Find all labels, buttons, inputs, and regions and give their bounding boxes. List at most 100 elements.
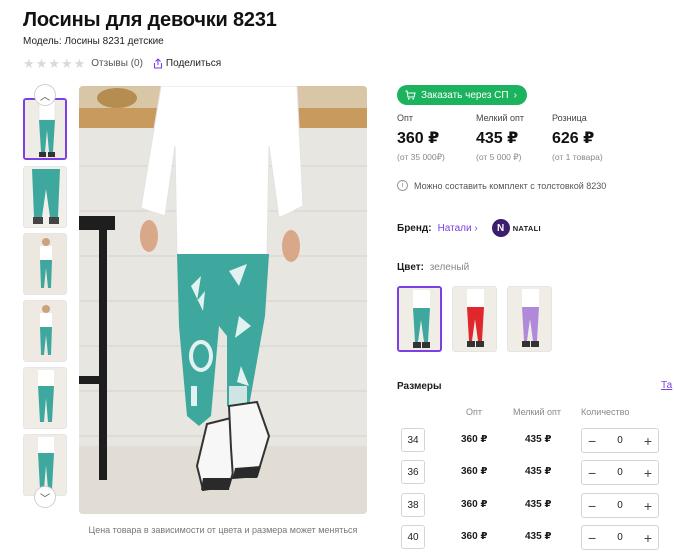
star-icon: ★ — [60, 56, 73, 71]
size-price-small-opt: 435 ₽ — [525, 466, 552, 477]
color-value: зеленый — [429, 262, 470, 273]
thumbnail-gallery: ︿ ﹀ — [23, 84, 67, 508]
brand-row: Бренд: Натали › N NATALI — [397, 219, 541, 237]
sizes-title: Размеры — [397, 381, 442, 392]
star-icon: ★ — [48, 56, 60, 71]
price-note: (от 1 товара) — [552, 152, 603, 162]
plus-icon[interactable]: + — [644, 499, 652, 513]
price-value: 360 ₽ — [397, 130, 440, 147]
set-info-text: Можно составить комплект с толстовкой 82… — [414, 180, 607, 191]
price-value: 435 ₽ — [476, 130, 519, 147]
product-model: Модель: Лосины 8231 детские — [23, 36, 164, 47]
swatch-image — [453, 287, 496, 351]
brand-label: Бренд: — [397, 222, 432, 234]
quantity-stepper: − 0 + — [581, 493, 659, 518]
rating-stars[interactable]: ★ ★ ★ ★ ★ — [23, 57, 85, 70]
natali-logo-icon: N — [491, 219, 510, 237]
color-row: Цвет: зеленый — [397, 262, 469, 273]
thumbnail-5[interactable] — [23, 367, 67, 429]
chevron-right-icon: › — [513, 89, 517, 101]
size-price-small-opt: 435 ₽ — [525, 499, 552, 510]
star-icon: ★ — [73, 56, 86, 71]
size-label: 36 — [401, 460, 425, 484]
color-swatch-red[interactable] — [452, 286, 497, 352]
price-label: Опт — [397, 113, 413, 123]
size-label: 38 — [401, 493, 425, 517]
share-icon — [153, 58, 162, 69]
minus-icon[interactable]: − — [588, 434, 596, 448]
price-small-opt: Мелкий опт 435 ₽ (от 5 000 ₽) — [476, 113, 556, 163]
quantity-value[interactable]: 0 — [617, 532, 623, 543]
thumbnail-4[interactable] — [23, 300, 67, 362]
thumbnail-2[interactable] — [23, 166, 67, 228]
rating-row: ★ ★ ★ ★ ★ Отзывы (0) Поделиться — [23, 57, 221, 70]
size-price-small-opt: 435 ₽ — [525, 531, 552, 542]
size-row: 34 360 ₽ 435 ₽ − 0 + — [397, 426, 667, 454]
main-product-image[interactable] — [79, 86, 367, 514]
thumbnail-3[interactable] — [23, 233, 67, 295]
thumbnail-image — [24, 234, 66, 294]
main-image-graphic — [79, 86, 367, 514]
cart-icon — [405, 90, 416, 100]
price-retail: Розница 626 ₽ (от 1 товара) — [552, 113, 632, 162]
size-row: 36 360 ₽ 435 ₽ − 0 + — [397, 458, 667, 486]
price-label: Розница — [552, 113, 587, 123]
chevron-down-icon[interactable]: ﹀ — [34, 486, 56, 508]
chevron-up-icon[interactable]: ︿ — [34, 84, 56, 106]
size-price-opt: 360 ₽ — [461, 466, 488, 477]
share-label: Поделиться — [165, 58, 222, 69]
share-button[interactable]: Поделиться — [153, 58, 221, 69]
thumbnail-1[interactable] — [23, 98, 67, 160]
quantity-stepper: − 0 + — [581, 428, 659, 453]
reviews-link[interactable]: Отзывы (0) — [91, 58, 143, 69]
order-button-label: Заказать через СП — [421, 89, 509, 101]
plus-icon[interactable]: + — [644, 531, 652, 545]
price-note: (от 35 000₽) — [397, 152, 445, 162]
price-caption: Цена товара в зависимости от цвета и раз… — [88, 525, 358, 535]
star-icon: ★ — [35, 56, 48, 71]
size-price-opt: 360 ₽ — [461, 531, 488, 542]
product-title: Лосины для девочки 8231 — [23, 9, 277, 31]
brand-logo[interactable]: N NATALI — [491, 219, 541, 237]
size-label: 40 — [401, 525, 425, 549]
price-value: 626 ₽ — [552, 130, 595, 147]
color-swatch-lilac[interactable] — [507, 286, 552, 352]
swatch-image — [508, 287, 551, 351]
thumbnail-image — [24, 167, 66, 227]
thumbnail-image — [24, 301, 66, 361]
col-head-small-opt: Мелкий опт — [513, 407, 562, 417]
price-label: Мелкий опт — [476, 113, 525, 123]
thumbnail-image — [25, 100, 65, 158]
plus-icon[interactable]: + — [644, 434, 652, 448]
quantity-value[interactable]: 0 — [617, 500, 623, 511]
size-price-opt: 360 ₽ — [461, 499, 488, 510]
quantity-value[interactable]: 0 — [617, 467, 623, 478]
col-head-qty: Количество — [581, 407, 630, 417]
size-label: 34 — [401, 428, 425, 452]
minus-icon[interactable]: − — [588, 531, 596, 545]
color-label: Цвет: — [397, 262, 424, 273]
quantity-value[interactable]: 0 — [617, 435, 623, 446]
minus-icon[interactable]: − — [588, 466, 596, 480]
plus-icon[interactable]: + — [644, 466, 652, 480]
quantity-stepper: − 0 + — [581, 525, 659, 550]
size-price-small-opt: 435 ₽ — [525, 434, 552, 445]
info-icon: i — [397, 180, 408, 191]
price-note: (от 5 000 ₽) — [476, 152, 522, 162]
minus-icon[interactable]: − — [588, 499, 596, 513]
size-row: 38 360 ₽ 435 ₽ − 0 + — [397, 491, 667, 519]
order-via-sp-button[interactable]: Заказать через СП › — [397, 85, 527, 105]
thumbnail-image — [24, 368, 66, 428]
star-icon: ★ — [23, 56, 35, 71]
size-row: 40 360 ₽ 435 ₽ − 0 + — [397, 523, 667, 551]
brand-logo-text: NATALI — [512, 223, 541, 233]
brand-link[interactable]: Натали › — [438, 223, 478, 234]
quantity-stepper: − 0 + — [581, 460, 659, 485]
swatch-image — [399, 288, 440, 350]
col-head-opt: Опт — [466, 407, 482, 417]
size-price-opt: 360 ₽ — [461, 434, 488, 445]
price-opt: Опт 360 ₽ (от 35 000₽) — [397, 113, 477, 163]
set-info: i Можно составить комплект с толстовкой … — [397, 180, 606, 191]
color-swatch-green[interactable] — [397, 286, 442, 352]
size-table-link[interactable]: Та — [661, 380, 672, 391]
